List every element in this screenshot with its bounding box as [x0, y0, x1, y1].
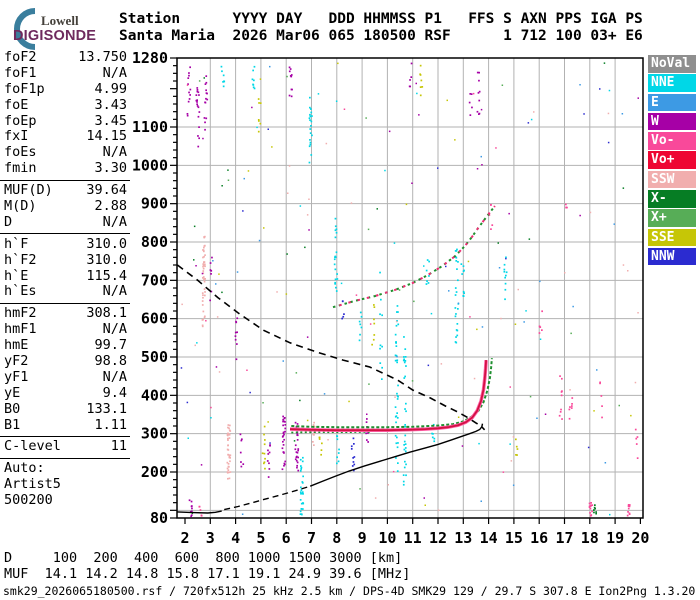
- svg-text:2: 2: [180, 529, 189, 547]
- svg-text:19: 19: [606, 529, 624, 547]
- legend-item-W: W: [648, 112, 696, 131]
- legend-item-NNE: NNE: [648, 74, 696, 92]
- legend-item-Vo+: Vo+: [648, 151, 696, 169]
- svg-text:13: 13: [454, 529, 472, 547]
- svg-text:1280: 1280: [132, 49, 168, 67]
- svg-text:3: 3: [206, 529, 215, 547]
- svg-text:700: 700: [141, 271, 168, 289]
- svg-text:16: 16: [530, 529, 548, 547]
- legend-item-SSE: SSE: [648, 228, 696, 247]
- svg-text:200: 200: [141, 463, 168, 481]
- svg-text:18: 18: [581, 529, 599, 547]
- legend-item-SSW: SSW: [648, 170, 696, 189]
- svg-text:500: 500: [141, 348, 168, 366]
- status-footer: smk29_2026065180500.rsf / 720fx512h 25 k…: [3, 584, 696, 598]
- svg-text:80: 80: [150, 509, 168, 527]
- svg-text:400: 400: [141, 386, 168, 404]
- svg-text:6: 6: [282, 529, 291, 547]
- svg-text:900: 900: [141, 195, 168, 213]
- ionogram-screen: Lowell DIGISONDE Station YYYY DAY DDD HH…: [0, 0, 700, 600]
- svg-text:9: 9: [358, 529, 367, 547]
- svg-text:5: 5: [256, 529, 265, 547]
- svg-text:1100: 1100: [132, 118, 168, 136]
- legend-item-Vo-: Vo-: [648, 132, 696, 150]
- legend-item-X+: X+: [648, 209, 696, 227]
- d-row: D 100 200 400 600 800 1000 1500 3000 [km…: [4, 550, 403, 566]
- ionogram-plot: 1280 1100 1000 900 800 700 600 500 400 300 200 80 2 3…: [132, 49, 650, 547]
- svg-text:15: 15: [505, 529, 523, 547]
- svg-text:14: 14: [480, 529, 498, 547]
- svg-text:17: 17: [555, 529, 573, 547]
- echo-legend: NoVal NNE E W Vo- Vo+ SSW X- X+ SSE NNW: [648, 55, 696, 267]
- legend-item-E: E: [648, 93, 696, 112]
- svg-text:300: 300: [141, 425, 168, 443]
- svg-text:8: 8: [332, 529, 341, 547]
- svg-text:20: 20: [631, 529, 649, 547]
- legend-item-NoVal: NoVal: [648, 55, 696, 73]
- svg-text:1000: 1000: [132, 156, 168, 174]
- legend-item-NNW: NNW: [648, 247, 696, 266]
- legend-item-X-: X-: [648, 189, 696, 208]
- dmuf-table: D 100 200 400 600 800 1000 1500 3000 [km…: [4, 550, 411, 583]
- svg-text:600: 600: [141, 310, 168, 328]
- svg-text:4: 4: [231, 529, 240, 547]
- svg-text:7: 7: [307, 529, 316, 547]
- svg-text:11: 11: [404, 529, 422, 547]
- muf-row: MUF 14.1 14.2 14.8 15.8 17.1 19.1 24.9 3…: [4, 565, 411, 582]
- svg-text:10: 10: [378, 529, 396, 547]
- svg-text:800: 800: [141, 233, 168, 251]
- svg-text:12: 12: [429, 529, 447, 547]
